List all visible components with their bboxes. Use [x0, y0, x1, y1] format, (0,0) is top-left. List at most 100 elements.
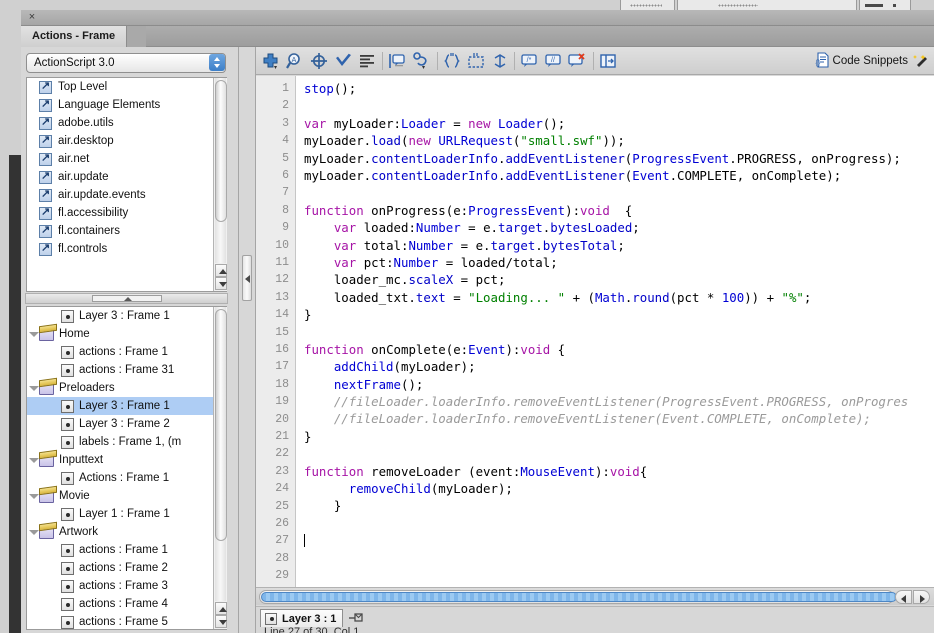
code-line[interactable]: }	[304, 497, 934, 514]
editor-horizontal-scrollbar[interactable]	[256, 587, 934, 605]
navigator-scene-row[interactable]: Artwork	[27, 523, 226, 541]
actionscript-version-value[interactable]: ActionScript 3.0	[26, 53, 226, 73]
code-line[interactable]	[304, 445, 934, 462]
toolbox-item[interactable]: air.update.events	[27, 186, 226, 204]
code-line[interactable]: //fileLoader.loaderInfo.removeEventListe…	[304, 410, 934, 427]
actionscript-version-select[interactable]: ActionScript 3.0	[26, 53, 226, 73]
pinned-script-tab[interactable]: Layer 3 : 1	[260, 609, 344, 627]
navigator-scroll-down-button[interactable]	[215, 615, 227, 628]
code-line[interactable]: var total:Number = e.target.bytesTotal;	[304, 237, 934, 254]
expand-all-icon[interactable]	[490, 51, 510, 71]
code-line[interactable]: removeChild(myLoader);	[304, 480, 934, 497]
find-replace-icon[interactable]: A	[285, 51, 305, 71]
code-line[interactable]: myLoader.load(new URLRequest("small.swf"…	[304, 132, 934, 149]
toolbox-scrollbar-thumb[interactable]	[215, 80, 227, 222]
toolbox-item[interactable]: fl.controls	[27, 240, 226, 258]
disclosure-triangle-icon[interactable]	[27, 325, 39, 343]
stepper-updown-icon[interactable]	[209, 54, 225, 71]
splitter-collapse-handle[interactable]	[92, 295, 162, 302]
script-navigator[interactable]: Layer 3 : Frame 1 Home actions : Frame 1 ac…	[26, 306, 227, 630]
collapse-between-braces-icon[interactable]	[442, 51, 462, 71]
navigator-script-row[interactable]: actions : Frame 3	[27, 577, 226, 595]
apply-block-comment-icon[interactable]: /*	[519, 51, 539, 71]
insert-target-path-icon[interactable]	[309, 51, 329, 71]
toolbox-item[interactable]: adobe.utils	[27, 114, 226, 132]
code-line[interactable]: var loaded:Number = e.target.bytesLoaded…	[304, 219, 934, 236]
collapse-selection-icon[interactable]	[466, 51, 486, 71]
code-snippets-button[interactable]: {} Code Snippets	[814, 51, 908, 70]
code-line[interactable]	[304, 515, 934, 532]
navigator-script-row[interactable]: actions : Frame 2	[27, 559, 226, 577]
code-line[interactable]: loaded_txt.text = "Loading... " + (Math.…	[304, 289, 934, 306]
disclosure-triangle-icon[interactable]	[27, 523, 39, 541]
debug-options-icon[interactable]	[411, 51, 431, 71]
code-line[interactable]: myLoader.contentLoaderInfo.addEventListe…	[304, 150, 934, 167]
auto-format-icon[interactable]	[357, 51, 377, 71]
code-line[interactable]: var myLoader:Loader = new Loader();	[304, 115, 934, 132]
magic-wand-icon[interactable]	[912, 52, 930, 70]
check-syntax-icon[interactable]	[333, 51, 353, 71]
code-line[interactable]: var pct:Number = loaded/total;	[304, 254, 934, 271]
close-icon[interactable]: ×	[26, 11, 38, 23]
navigator-scene-row[interactable]: Movie	[27, 487, 226, 505]
navigator-scene-row[interactable]: Home	[27, 325, 226, 343]
remove-comment-icon[interactable]	[567, 51, 587, 71]
navigator-script-row[interactable]: Layer 3 : Frame 1	[27, 397, 226, 415]
navigator-scroll-up-button[interactable]	[215, 602, 227, 615]
panel-splitter[interactable]	[25, 293, 228, 304]
toolbox-scroll-down-button[interactable]	[215, 277, 227, 290]
toolbox-item[interactable]: Top Level	[27, 78, 226, 96]
toolbox-scrollbar[interactable]	[213, 78, 227, 291]
tab-actions-frame[interactable]: Actions - Frame	[21, 26, 128, 47]
navigator-script-row[interactable]: actions : Frame 1	[27, 343, 226, 361]
navigator-script-row[interactable]: Actions : Frame 1	[27, 469, 226, 487]
code-line[interactable]	[304, 567, 934, 584]
code-line[interactable]: myLoader.contentLoaderInfo.addEventListe…	[304, 167, 934, 184]
apply-line-comment-icon[interactable]: //	[543, 51, 563, 71]
toolbox-item[interactable]: fl.accessibility	[27, 204, 226, 222]
vertical-splitter[interactable]	[238, 47, 256, 633]
navigator-scrollbar-thumb[interactable]	[215, 309, 227, 541]
code-line[interactable]: function removeLoader (event:MouseEvent)…	[304, 463, 934, 480]
code-line[interactable]: loader_mc.scaleX = pct;	[304, 271, 934, 288]
code-line[interactable]: }	[304, 306, 934, 323]
editor-hscroll-right-button[interactable]	[913, 590, 930, 604]
code-line[interactable]: addChild(myLoader);	[304, 358, 934, 375]
toolbox-item[interactable]: air.update	[27, 168, 226, 186]
navigator-script-row[interactable]: actions : Frame 1	[27, 541, 226, 559]
navigator-scrollbar[interactable]	[213, 307, 227, 629]
toolbox-item[interactable]: fl.containers	[27, 222, 226, 240]
add-item-icon[interactable]	[261, 51, 281, 71]
navigator-script-row[interactable]: actions : Frame 5	[27, 613, 226, 629]
disclosure-triangle-icon[interactable]	[27, 487, 39, 505]
navigator-script-row[interactable]: Layer 3 : Frame 2	[27, 415, 226, 433]
toolbox-item[interactable]: air.net	[27, 150, 226, 168]
code-line[interactable]: //fileLoader.loaderInfo.removeEventListe…	[304, 393, 934, 410]
navigator-scene-row[interactable]: Preloaders	[27, 379, 226, 397]
toolbox-scroll-up-button[interactable]	[215, 264, 227, 277]
editor-hscroll-left-button[interactable]	[895, 590, 912, 604]
code-line[interactable]	[304, 97, 934, 114]
code-line[interactable]	[304, 550, 934, 567]
pin-script-icon[interactable]	[348, 611, 364, 625]
code-line[interactable]	[304, 323, 934, 340]
code-line[interactable]: }	[304, 428, 934, 445]
navigator-script-row[interactable]: labels : Frame 1, (m	[27, 433, 226, 451]
navigator-script-row[interactable]: actions : Frame 4	[27, 595, 226, 613]
code-line[interactable]: nextFrame();	[304, 376, 934, 393]
navigator-script-row[interactable]: Layer 3 : Frame 1	[27, 307, 226, 325]
show-code-hint-icon[interactable]	[387, 51, 407, 71]
code-line[interactable]: function onComplete(e:Event):void {	[304, 341, 934, 358]
show-hide-toolbox-icon[interactable]	[598, 51, 618, 71]
disclosure-triangle-icon[interactable]	[27, 451, 39, 469]
navigator-scene-row[interactable]: Inputtext	[27, 451, 226, 469]
navigator-script-row[interactable]: Layer 1 : Frame 1	[27, 505, 226, 523]
code-line[interactable]: function onProgress(e:ProgressEvent):voi…	[304, 202, 934, 219]
navigator-script-row[interactable]: actions : Frame 31	[27, 361, 226, 379]
code-text-area[interactable]: stop(); var myLoader:Loader = new Loader…	[304, 76, 934, 587]
editor-hscroll-track[interactable]	[259, 590, 897, 604]
vertical-splitter-handle[interactable]	[242, 255, 252, 301]
actions-toolbox-tree[interactable]: Top Level Language Elements adobe.utils air…	[26, 77, 227, 292]
editor-hscroll-thumb[interactable]	[261, 592, 897, 602]
disclosure-triangle-icon[interactable]	[27, 379, 39, 397]
